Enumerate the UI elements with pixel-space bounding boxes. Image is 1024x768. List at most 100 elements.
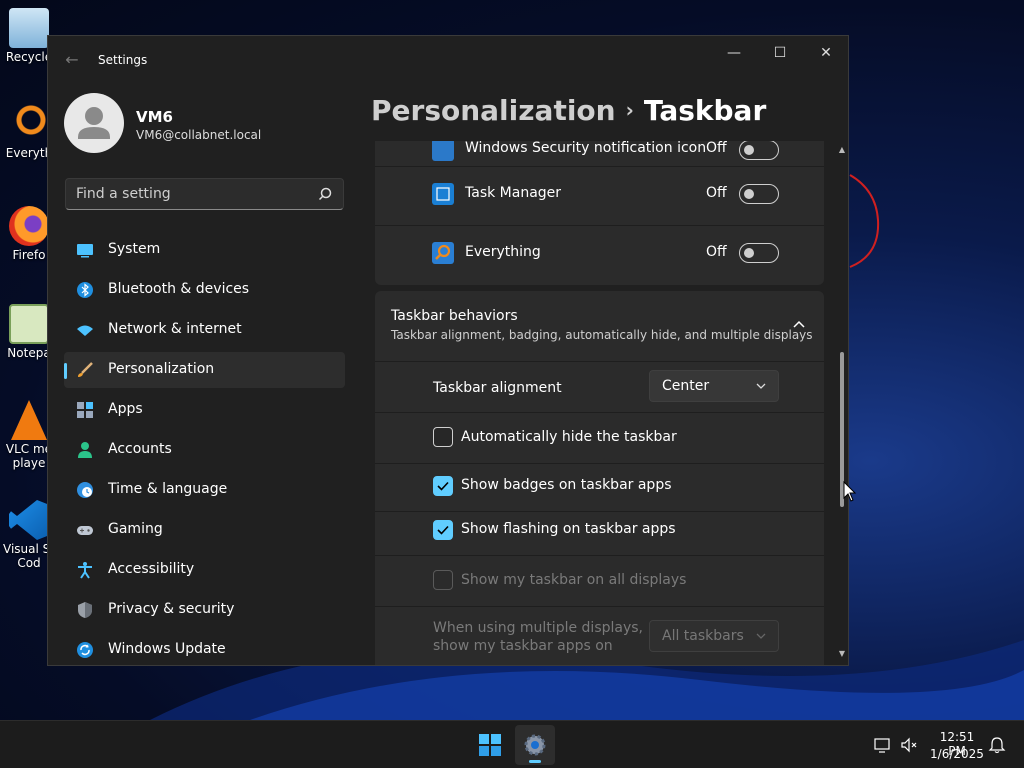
chevron-down-icon <box>756 383 766 389</box>
multi-display-dropdown[interactable]: All taskbars <box>649 620 779 652</box>
dropdown-value: All taskbars <box>662 628 744 644</box>
breadcrumb: Personalization › Taskbar <box>371 94 766 127</box>
sidebar-item-label: Time & language <box>108 481 228 497</box>
toggle-state: Off <box>706 141 727 156</box>
toggle-knob <box>744 145 754 155</box>
settings-content: Windows Security notification icon Off T… <box>375 141 824 665</box>
everything-toggle[interactable] <box>739 243 779 263</box>
mouse-cursor-icon <box>843 481 857 502</box>
network-monitor-icon[interactable] <box>873 736 891 754</box>
red-annotation-curve <box>849 174 880 268</box>
sidebar-item-time-language[interactable]: Time & language <box>64 472 345 508</box>
all-displays-checkbox[interactable] <box>433 570 453 590</box>
sidebar-item-network[interactable]: Network & internet <box>64 312 345 348</box>
sidebar-item-bluetooth[interactable]: Bluetooth & devices <box>64 272 345 308</box>
notification-bell-icon[interactable] <box>988 736 1006 754</box>
show-badges-checkbox[interactable] <box>433 476 453 496</box>
task-manager-icon <box>432 183 454 205</box>
alignment-label: Taskbar alignment <box>433 380 562 396</box>
sidebar-item-personalization[interactable]: Personalization <box>64 352 345 388</box>
update-icon <box>77 642 93 658</box>
divider <box>375 412 824 413</box>
breadcrumb-parent[interactable]: Personalization <box>371 94 616 127</box>
scrollbar[interactable]: ▲ ▼ <box>836 142 848 662</box>
firefox-icon <box>9 206 49 246</box>
bluetooth-icon <box>77 282 93 298</box>
toggle-knob <box>744 248 754 258</box>
scroll-down-arrow-icon[interactable]: ▼ <box>838 650 846 658</box>
sidebar-item-label: Privacy & security <box>108 601 235 617</box>
toggle-state: Off <box>706 185 727 201</box>
checkmark-icon <box>437 525 449 535</box>
sidebar-item-accounts[interactable]: Accounts <box>64 432 345 468</box>
taskbar: 12:51 PM 1/6/2025 <box>0 720 1024 768</box>
window-title: Settings <box>98 53 148 67</box>
sidebar-item-gaming[interactable]: Gaming <box>64 512 345 548</box>
sidebar-item-label: Accessibility <box>108 561 195 577</box>
toggle-state: Off <box>706 244 727 260</box>
tray-item-label: Everything <box>465 244 541 260</box>
auto-hide-checkbox[interactable] <box>433 427 453 447</box>
taskbar-behaviors-body: Taskbar alignment Center Automatically h… <box>375 362 824 665</box>
gamepad-icon <box>77 526 93 535</box>
windows-security-icon <box>432 141 454 161</box>
maximize-button[interactable]: ☐ <box>757 36 803 70</box>
notepad-icon <box>9 304 49 344</box>
wifi-icon <box>77 325 93 336</box>
accessibility-icon <box>78 562 92 579</box>
divider <box>375 606 824 607</box>
sidebar-item-system[interactable]: System <box>64 232 345 268</box>
scroll-up-arrow-icon[interactable]: ▲ <box>838 146 846 154</box>
search-icon[interactable] <box>317 186 333 202</box>
avatar[interactable] <box>64 93 124 153</box>
divider <box>375 463 824 464</box>
option-label: Show my taskbar on all displays <box>461 572 687 588</box>
volume-muted-icon[interactable] <box>900 736 918 754</box>
taskbar-alignment-dropdown[interactable]: Center <box>649 370 779 402</box>
settings-icon <box>524 734 546 756</box>
tray-item-label: Windows Security notification icon <box>465 141 707 156</box>
toggle-knob <box>744 189 754 199</box>
sidebar-item-privacy[interactable]: Privacy & security <box>64 592 345 628</box>
brush-icon <box>78 362 93 377</box>
settings-taskbar-button[interactable] <box>515 725 555 765</box>
shield-icon <box>78 602 92 618</box>
minimize-button[interactable]: — <box>711 36 757 70</box>
divider <box>375 166 824 167</box>
start-button[interactable] <box>470 725 510 765</box>
windows-security-toggle[interactable] <box>739 141 779 160</box>
sidebar-item-accessibility[interactable]: Accessibility <box>64 552 345 588</box>
show-flashing-checkbox[interactable] <box>433 520 453 540</box>
vscode-icon <box>9 500 49 540</box>
sidebar-item-label: System <box>108 241 161 257</box>
option-label: Automatically hide the taskbar <box>461 429 677 445</box>
accounts-icon <box>78 442 92 458</box>
profile-email: VM6@collabnet.local <box>136 128 262 142</box>
search-input[interactable]: Find a setting <box>65 178 344 210</box>
settings-window: ← Settings — ☐ ✕ VM6 VM6@collabnet.local… <box>47 35 849 666</box>
divider <box>375 511 824 512</box>
divider <box>375 555 824 556</box>
checkmark-icon <box>437 481 449 491</box>
option-label: Show badges on taskbar apps <box>461 477 672 493</box>
task-manager-toggle[interactable] <box>739 184 779 204</box>
apps-icon <box>77 402 93 418</box>
sidebar-item-label: Gaming <box>108 521 163 537</box>
start-icon <box>479 734 501 756</box>
sidebar-item-apps[interactable]: Apps <box>64 392 345 428</box>
everything-icon <box>432 242 454 264</box>
section-title: Taskbar behaviors <box>391 308 518 324</box>
page-title: Taskbar <box>643 94 767 127</box>
back-arrow-icon[interactable]: ← <box>62 50 82 70</box>
taskbar-behaviors-header[interactable]: Taskbar behaviors Taskbar alignment, bad… <box>375 291 824 361</box>
sidebar-item-label: Accounts <box>108 441 172 457</box>
close-button[interactable]: ✕ <box>803 36 848 70</box>
clock-date[interactable]: 1/6/2025 <box>930 747 984 761</box>
sidebar-item-windows-update[interactable]: Windows Update <box>64 632 345 665</box>
title-bar[interactable]: ← Settings — ☐ ✕ <box>48 36 848 84</box>
sidebar-item-label: Apps <box>108 401 143 417</box>
globe-clock-icon <box>77 482 93 498</box>
everything-search-icon <box>9 104 49 144</box>
chevron-up-icon[interactable] <box>792 319 806 329</box>
sidebar-item-label: Windows Update <box>108 641 226 657</box>
